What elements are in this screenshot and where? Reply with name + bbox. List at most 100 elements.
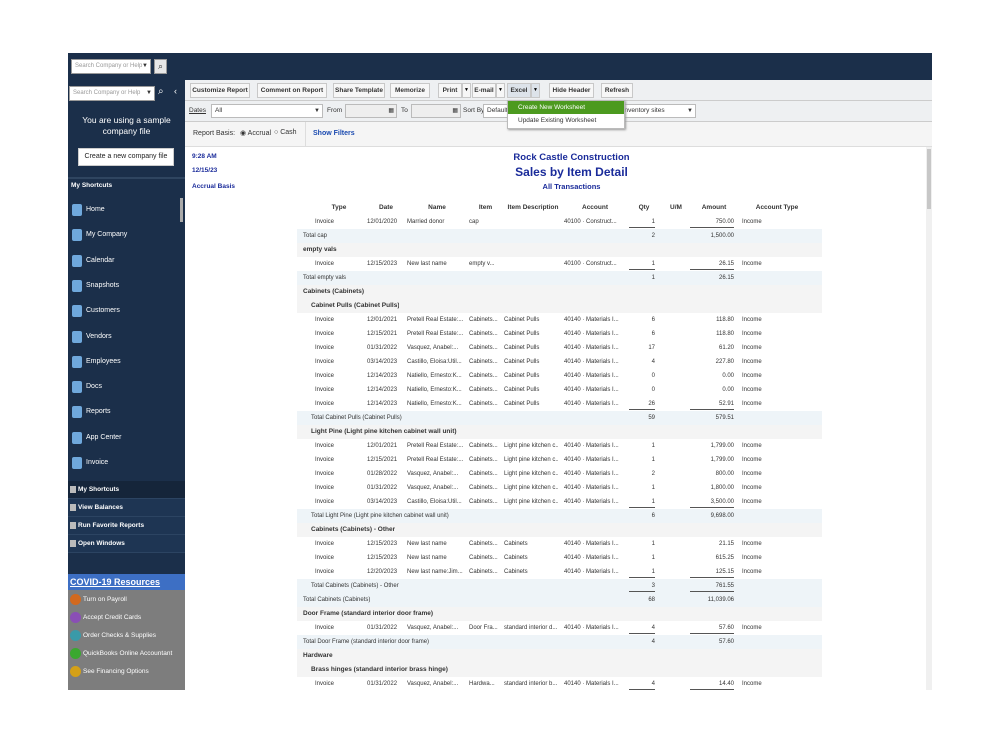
cash-radio[interactable]: ○ Cash bbox=[274, 129, 297, 136]
table-row[interactable]: Invoice 12/20/2023 New last name:Jim... Cab… bbox=[297, 565, 822, 579]
column-header-account[interactable]: Account bbox=[564, 201, 626, 215]
column-header-account-type[interactable]: Account Type bbox=[742, 201, 812, 215]
chevron-down-icon[interactable]: ▼ bbox=[146, 87, 152, 100]
table-row[interactable]: Invoice 03/14/2023 Castillo, Eloisa:Util..… bbox=[297, 495, 822, 509]
print-dropdown-icon[interactable]: ▼ bbox=[462, 83, 471, 98]
column-header-qty[interactable]: Qty bbox=[629, 201, 659, 215]
table-row[interactable]: Invoice 12/15/2021 Pretell Real Estate:...… bbox=[297, 453, 822, 467]
cell-type: Invoice bbox=[315, 569, 335, 575]
table-row[interactable]: Invoice 01/31/2022 Vasquez, Anabel:... Door… bbox=[297, 621, 822, 635]
create-new-worksheet-item[interactable]: Create New Worksheet bbox=[508, 101, 624, 114]
table-row[interactable]: Invoice 12/15/2021 Pretell Real Estate:...… bbox=[297, 327, 822, 341]
resource-accept-credit-cards[interactable]: Accept Credit Cards bbox=[68, 609, 185, 627]
share-template-button[interactable]: Share Template bbox=[333, 83, 385, 98]
email-button[interactable]: E-mail bbox=[472, 83, 496, 98]
update-existing-worksheet-item[interactable]: Update Existing Worksheet bbox=[508, 114, 624, 127]
table-row[interactable]: Invoice 01/31/2022 Vasquez, Anabel:... Cabi… bbox=[297, 481, 822, 495]
comment-report-button[interactable]: Comment on Report bbox=[257, 83, 327, 98]
table-row[interactable]: Invoice 12/01/2021 Pretell Real Estate:...… bbox=[297, 313, 822, 327]
sidebar-item-customers[interactable]: Customers bbox=[68, 300, 180, 322]
resource-see-financing-options[interactable]: See Financing Options bbox=[68, 663, 185, 681]
sidebar-item-label: Customers bbox=[86, 307, 120, 315]
resource-order-checks-supplies[interactable]: Order Checks & Supplies bbox=[68, 627, 185, 645]
sidebar-item-calendar[interactable]: Calendar bbox=[68, 250, 180, 272]
to-date-input[interactable]: ▦ bbox=[411, 104, 461, 118]
resource-quickbooks-online-accountant[interactable]: QuickBooks Online Accountant bbox=[68, 645, 185, 663]
cell-account: 40140 · Materials I... bbox=[564, 625, 619, 631]
column-header-amount[interactable]: Amount bbox=[690, 201, 738, 215]
search-icon[interactable]: ⌕ bbox=[158, 86, 164, 97]
sidebar-item-snapshots[interactable]: Snapshots bbox=[68, 275, 180, 297]
chevron-down-icon: ▼ bbox=[314, 108, 320, 114]
collapse-chevron-icon[interactable]: ‹ bbox=[174, 86, 177, 96]
report-scrollbar[interactable] bbox=[926, 147, 932, 690]
top-search-input[interactable]: Search Company or Help ▼ bbox=[71, 59, 151, 74]
calendar-icon[interactable]: ▦ bbox=[452, 105, 458, 117]
cell-account: 40140 · Materials I... bbox=[564, 401, 619, 407]
table-row[interactable]: Invoice 03/14/2023 Castillo, Eloisa:Util..… bbox=[297, 355, 822, 369]
sidebar-item-my-company[interactable]: My Company bbox=[68, 224, 180, 246]
table-row[interactable]: Invoice 01/31/2022 Vasquez, Anabel:... Cabi… bbox=[297, 341, 822, 355]
sidebar-item-docs[interactable]: Docs bbox=[68, 376, 180, 398]
show-filters-link[interactable]: Show Filters bbox=[313, 130, 355, 137]
hide-header-button[interactable]: Hide Header bbox=[549, 83, 594, 98]
cell-name: Pretell Real Estate:... bbox=[407, 443, 463, 449]
memorize-button[interactable]: Memorize bbox=[390, 83, 430, 98]
cell-type: Invoice bbox=[315, 373, 335, 379]
table-row[interactable]: Invoice 12/14/2023 Natiello, Ernesto:K... C… bbox=[297, 397, 822, 411]
excel-button[interactable]: Excel bbox=[507, 83, 531, 98]
resource-turn-on-payroll[interactable]: Turn on Payroll bbox=[68, 591, 185, 609]
from-date-input[interactable]: ▦ bbox=[345, 104, 397, 118]
table-row[interactable]: Invoice 01/31/2022 Vasquez, Anabel:... Hard… bbox=[297, 677, 822, 690]
email-dropdown-icon[interactable]: ▼ bbox=[496, 83, 505, 98]
cell-qty: 17 bbox=[648, 345, 655, 351]
subtotal-amount: 26.15 bbox=[718, 275, 734, 281]
search-icon[interactable]: ⌕ bbox=[154, 59, 167, 74]
table-row[interactable]: Invoice 12/14/2023 Natiello, Ernesto:K... C… bbox=[297, 369, 822, 383]
column-header-type[interactable]: Type bbox=[315, 201, 363, 215]
covid-resources-link[interactable]: COVID-19 Resources bbox=[68, 574, 185, 590]
sidebar-search-input[interactable]: Search Company or Help ▼ bbox=[69, 86, 155, 101]
cell-item: Cabinets... bbox=[469, 457, 498, 463]
cell-account: 40140 · Materials I... bbox=[564, 681, 619, 687]
column-header-u-m[interactable]: U/M bbox=[664, 201, 688, 215]
report-subtitle: All Transactions bbox=[542, 182, 601, 191]
column-header-item[interactable]: Item bbox=[469, 201, 502, 215]
table-row[interactable]: Invoice 12/14/2023 Natiello, Ernesto:K... C… bbox=[297, 383, 822, 397]
sidebar-item-invoice[interactable]: Invoice bbox=[68, 452, 180, 474]
sidebar-item-home[interactable]: Home bbox=[68, 199, 180, 221]
cell-date: 03/14/2023 bbox=[367, 499, 398, 505]
refresh-button[interactable]: Refresh bbox=[601, 83, 633, 98]
accrual-radio[interactable]: ◉ Accrual bbox=[240, 129, 271, 137]
bottom-nav-my-shortcuts[interactable]: My Shortcuts bbox=[68, 481, 185, 499]
employees-icon bbox=[72, 355, 82, 368]
table-row[interactable]: Invoice 12/01/2021 Pretell Real Estate:...… bbox=[297, 439, 822, 453]
customize-report-button[interactable]: Customize Report bbox=[190, 83, 250, 98]
sidebar-item-vendors[interactable]: Vendors bbox=[68, 326, 180, 348]
sidebar-item-app-center[interactable]: App Center bbox=[68, 427, 180, 449]
group-header-row: empty vals bbox=[297, 243, 822, 257]
sidebar-item-reports[interactable]: Reports bbox=[68, 401, 180, 423]
column-header-item-description[interactable]: Item Description bbox=[504, 201, 562, 215]
bottom-nav-run-favorite-reports[interactable]: Run Favorite Reports bbox=[68, 517, 185, 535]
table-row[interactable]: Invoice 12/01/2020 Married donor cap 40100 ·… bbox=[297, 215, 822, 229]
column-header-date[interactable]: Date bbox=[367, 201, 405, 215]
table-row[interactable]: Invoice 12/15/2023 New last name Cabinets..… bbox=[297, 551, 822, 565]
table-row[interactable]: Invoice 12/15/2023 New last name empty v...… bbox=[297, 257, 822, 271]
sidebar-scrollbar[interactable] bbox=[180, 198, 183, 222]
dates-select[interactable]: All ▼ bbox=[211, 104, 323, 118]
excel-dropdown-icon[interactable]: ▼ bbox=[531, 83, 540, 98]
cell-date: 12/01/2021 bbox=[367, 317, 398, 323]
print-button[interactable]: Print bbox=[438, 83, 462, 98]
column-header-name[interactable]: Name bbox=[407, 201, 467, 215]
chevron-down-icon[interactable]: ▼ bbox=[142, 60, 148, 73]
table-row[interactable]: Invoice 12/15/2023 New last name Cabinets..… bbox=[297, 537, 822, 551]
scroll-thumb[interactable] bbox=[927, 149, 931, 209]
bottom-nav-open-windows[interactable]: Open Windows bbox=[68, 535, 185, 553]
sidebar-item-employees[interactable]: Employees bbox=[68, 351, 180, 373]
bottom-nav-view-balances[interactable]: View Balances bbox=[68, 499, 185, 517]
cell-name: Pretell Real Estate:... bbox=[407, 457, 463, 463]
calendar-icon[interactable]: ▦ bbox=[388, 105, 394, 117]
table-row[interactable]: Invoice 01/28/2022 Vasquez, Anabel:... Cabi… bbox=[297, 467, 822, 481]
create-company-button[interactable]: Create a new company file bbox=[78, 148, 174, 166]
